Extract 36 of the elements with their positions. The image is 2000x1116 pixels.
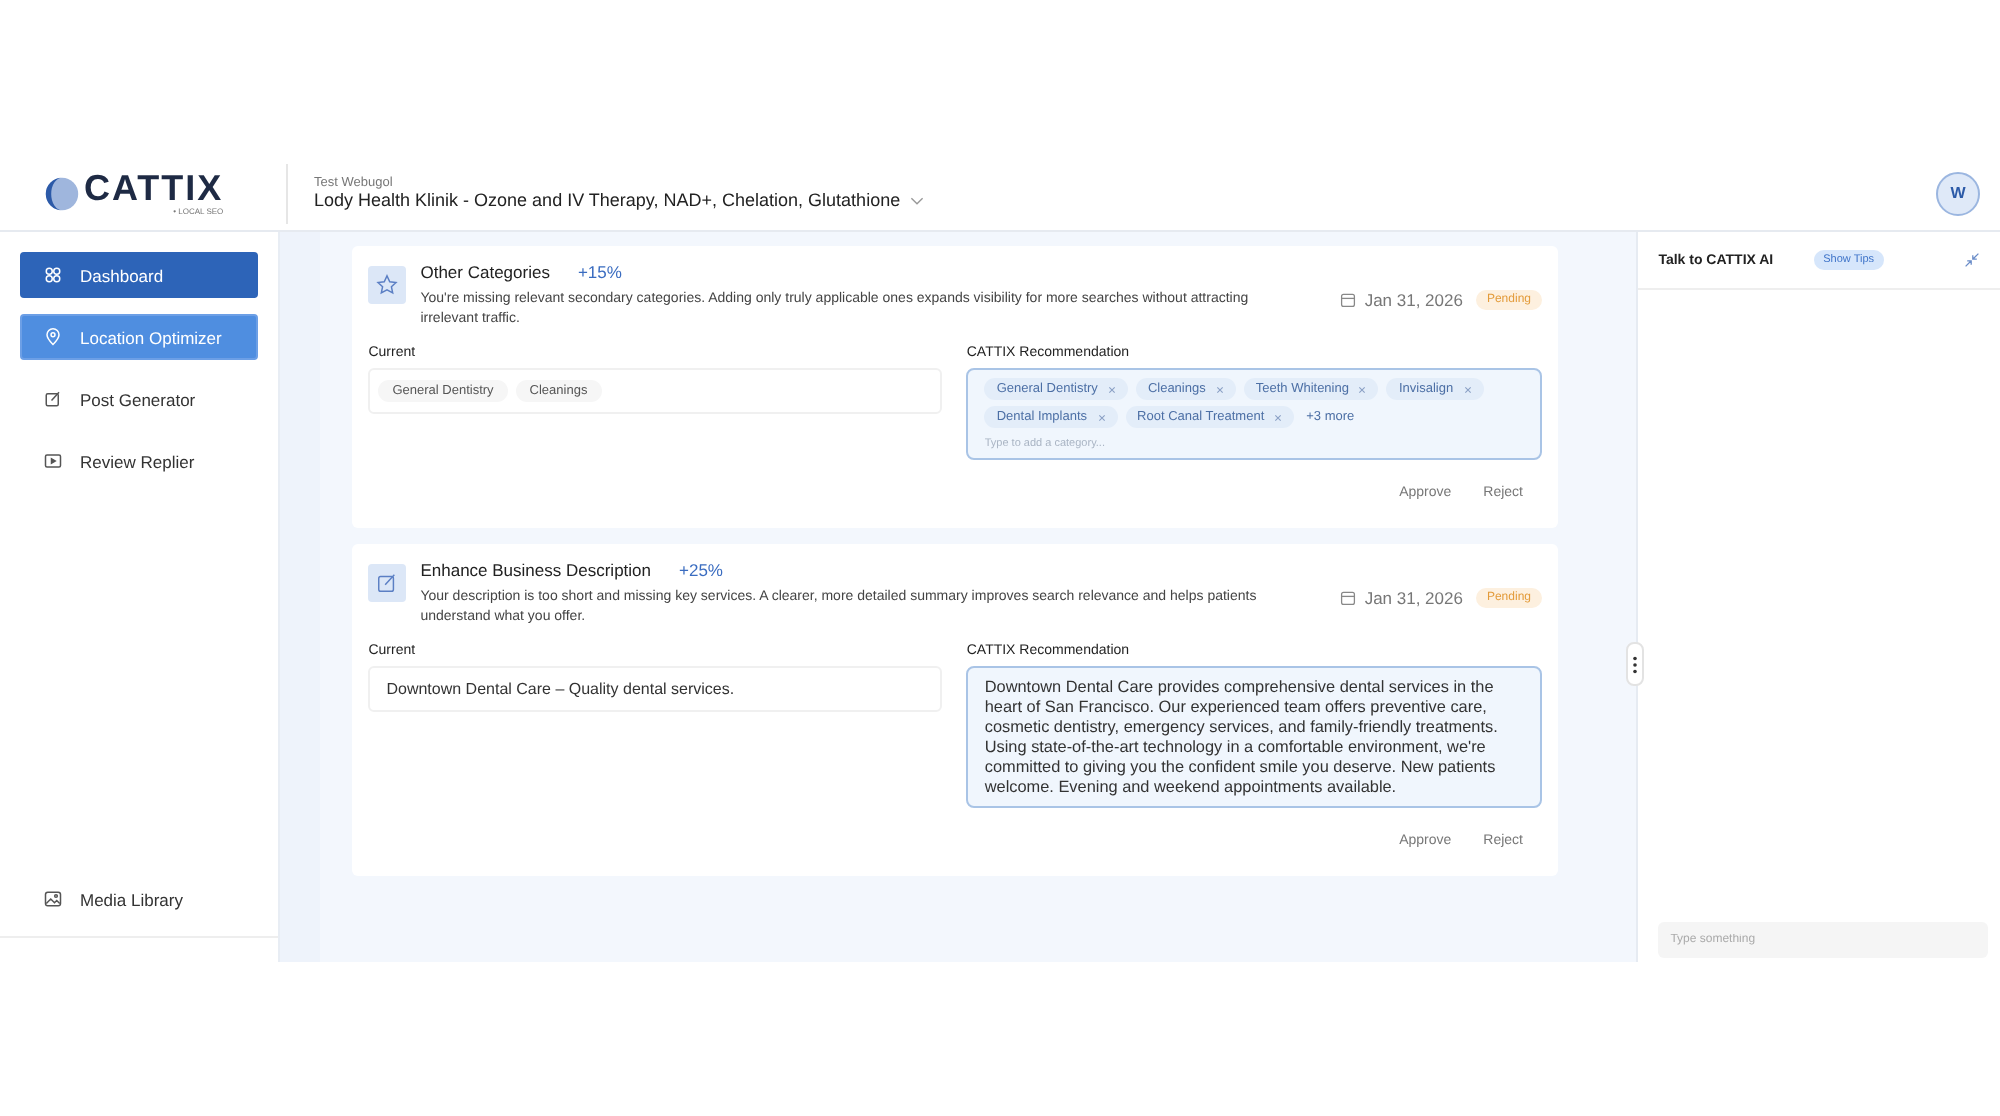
logo-wordmark: CATTIX	[84, 170, 224, 206]
due-date: Jan 31, 2026	[1364, 588, 1463, 608]
close-icon[interactable]	[1097, 413, 1106, 421]
grid-icon	[44, 266, 62, 284]
close-icon[interactable]	[1274, 413, 1283, 421]
star-icon	[376, 274, 399, 296]
close-icon[interactable]	[1463, 385, 1472, 393]
close-icon[interactable]	[1107, 385, 1116, 393]
location-selector[interactable]: Lody Health Klinik - Ozone and IV Therapy, NAD+, Chelation, Glutathione	[314, 190, 925, 210]
sidebar-item[interactable]: Post Generator	[20, 376, 259, 422]
close-icon[interactable]	[1215, 385, 1224, 393]
calendar-icon	[1340, 590, 1357, 606]
card-title: Other Categories	[420, 262, 550, 282]
drag-handle[interactable]	[1626, 642, 1645, 686]
due-date: Jan 31, 2026	[1364, 290, 1463, 310]
pin-icon	[44, 328, 62, 346]
sidebar-item[interactable]: Review Replier	[20, 438, 259, 484]
user-avatar[interactable]: W	[1936, 171, 1980, 215]
recommended-description[interactable]: Downtown Dental Care provides comprehensive dental services in the heart of San Francisco. Our experienced team offers preventive care, cosmetic dentistry, emergency services, and family-friendly treatments. Using state-of-the-art technology in a comfortable environment, we're committed to giving you the confident smile you deserve. New patients welcome. Evening and weekend appointments available.	[966, 666, 1541, 809]
image-icon	[44, 890, 62, 908]
current-description: Downtown Dental Care – Quality dental services.	[368, 666, 943, 712]
impact-percentage: +15%	[577, 262, 622, 282]
logo-icon	[44, 175, 80, 211]
impact-percentage: +25%	[679, 560, 723, 580]
close-icon[interactable]	[1358, 385, 1367, 393]
more-vertical-icon	[1632, 655, 1639, 673]
calendar-icon	[1340, 292, 1357, 308]
sidebar-item[interactable]: Media Library	[20, 876, 207, 922]
card-title: Enhance Business Description	[420, 560, 652, 580]
collapse-icon[interactable]	[1964, 252, 1981, 268]
play-icon	[44, 452, 62, 470]
sidebar-item[interactable]: Dashboard	[20, 252, 259, 298]
edit-icon	[44, 390, 62, 408]
chevron-down-icon	[910, 195, 925, 205]
edit-icon	[376, 572, 399, 594]
sidebar-item[interactable]: Location Optimizer	[20, 314, 259, 360]
